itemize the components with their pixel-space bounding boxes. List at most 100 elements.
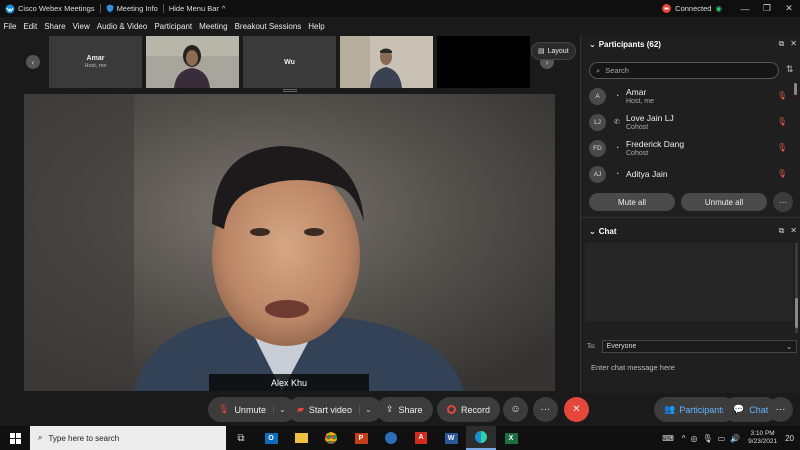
webex-tray-icon[interactable]: ◎ (691, 434, 698, 443)
unmute-all-label: Unmute all (704, 197, 744, 207)
search-placeholder: Search (605, 66, 629, 75)
menu-audio-video[interactable]: Audio & Video (93, 22, 151, 31)
close-icon: ✕ (572, 404, 581, 415)
acrobat-icon[interactable]: A (406, 426, 436, 450)
connection-status[interactable]: Connected ◉ (662, 4, 722, 13)
search-icon: ⌕ (596, 65, 601, 75)
keyboard-icon[interactable]: ⌨ (662, 434, 674, 443)
volume-icon[interactable]: 🔊 (730, 434, 740, 443)
menu-help[interactable]: Help (305, 22, 328, 31)
file-explorer-icon[interactable] (286, 426, 316, 450)
microphone-muted-icon: 🎙 (218, 404, 230, 414)
chevron-down-icon[interactable]: ⌄ (589, 227, 596, 236)
unmute-button[interactable]: 🎙 Unmute ⌄ (208, 397, 296, 422)
panel-divider (581, 217, 800, 218)
chevron-up-icon[interactable]: ^ (682, 434, 686, 443)
microphone-icon[interactable]: 🎙 (702, 434, 712, 443)
popout-icon[interactable]: ⧉ (779, 39, 785, 49)
close-window-button[interactable]: ✕ (778, 3, 800, 14)
system-tray: ⌨ ^ ◎ 🎙 ▭ 🔊 3:10 PM 9/23/2021 20 (662, 426, 800, 450)
network-icon[interactable]: ▭ (718, 434, 726, 443)
notification-count: 20 (785, 433, 794, 443)
popout-icon[interactable]: ⧉ (779, 226, 785, 236)
connection-status-icon (662, 4, 672, 13)
chat-toggle-label: Chat (749, 404, 769, 415)
participant-list-scrollbar[interactable] (793, 83, 798, 188)
resize-handle[interactable] (283, 89, 297, 92)
microphone-muted-icon[interactable]: 🎙 (777, 91, 787, 100)
thumbnail-video[interactable] (340, 36, 433, 88)
webex-taskbar-icon[interactable] (466, 426, 496, 450)
start-button[interactable] (0, 426, 30, 450)
participant-video-image (146, 36, 239, 88)
more-options-button[interactable]: ··· (533, 397, 558, 422)
menu-share[interactable]: Share (41, 22, 69, 31)
participant-row[interactable]: A ◔ Amar Host, me 🎙 (581, 83, 793, 109)
reactions-button[interactable]: ☺ (503, 397, 528, 422)
edge-icon[interactable] (376, 426, 406, 450)
share-button[interactable]: ⇪ Share (376, 397, 433, 422)
taskbar-search-input[interactable]: ⌕ Type here to search (30, 426, 226, 450)
smiley-icon: ☺ (510, 404, 521, 415)
share-label: Share (398, 404, 423, 415)
chevron-down-icon: ⌄ (786, 343, 792, 351)
mute-all-button[interactable]: Mute all (589, 193, 675, 211)
headset-icon: ◔ (614, 92, 620, 100)
thumbnail-participant[interactable]: Wu (243, 36, 336, 88)
recipient-value: Everyone (606, 343, 637, 350)
active-speaker-video: Alex Khu (24, 94, 555, 391)
participant-options-button[interactable]: ··· (773, 192, 793, 212)
word-icon[interactable]: W (436, 426, 466, 450)
thumbnail-video[interactable] (437, 36, 530, 88)
end-meeting-button[interactable]: ✕ (564, 397, 589, 422)
chevron-down-icon[interactable]: ⌄ (358, 405, 372, 414)
menu-file[interactable]: File (0, 22, 20, 31)
excel-icon[interactable]: X (496, 426, 526, 450)
layout-button[interactable]: ▤ Layout (531, 42, 576, 60)
chat-input[interactable]: Enter chat message here (591, 363, 675, 372)
participant-row[interactable]: AJ ◔ Aditya Jain 🎙 (581, 161, 793, 187)
more-icon: ··· (779, 197, 787, 207)
unmute-all-button[interactable]: Unmute all (681, 193, 767, 211)
maximize-button[interactable]: ❐ (756, 3, 778, 14)
wifi-icon: ◉ (715, 4, 722, 13)
chevron-down-icon[interactable]: ⌄ (589, 40, 596, 49)
microphone-muted-icon[interactable]: 🎙 (777, 117, 787, 126)
to-label: To: (587, 343, 596, 350)
chevron-up-icon: ^ (221, 4, 226, 13)
close-icon[interactable]: ✕ (790, 226, 797, 236)
menu-meeting[interactable]: Meeting (196, 22, 231, 31)
record-button[interactable]: Record (437, 397, 501, 422)
meeting-info-button[interactable]: Meeting Info (101, 4, 163, 13)
clock-date: 9/23/2021 (748, 438, 778, 445)
menu-participant[interactable]: Participant (151, 22, 196, 31)
notification-center-icon[interactable]: 20 (785, 434, 794, 443)
participant-search-input[interactable]: ⌕ Search (589, 62, 779, 79)
sort-icon[interactable]: ⇅ (786, 64, 794, 75)
connection-status-label: Connected (675, 4, 712, 13)
microphone-muted-icon[interactable]: 🎙 (777, 169, 787, 178)
task-view-icon[interactable]: ⧉ (226, 426, 256, 450)
participant-row[interactable]: FD ◔ Frederick Dang Cohost 🎙 (581, 135, 793, 161)
powerpoint-icon[interactable]: P (346, 426, 376, 450)
menu-breakout-sessions[interactable]: Breakout Sessions (231, 22, 305, 31)
title-bar: Cisco Webex Meetings Meeting Info Hide M… (0, 0, 800, 17)
panel-more-button[interactable]: ··· (768, 397, 793, 422)
chevron-down-icon[interactable]: ⌄ (272, 405, 286, 414)
chat-recipient-select[interactable]: Everyone ⌄ (601, 340, 797, 353)
hide-menu-bar-button[interactable]: Hide Menu Bar ^ (164, 4, 231, 13)
chrome-icon[interactable] (316, 426, 346, 450)
thumbnail-participant[interactable]: Amar Host, me (49, 36, 142, 88)
chevron-left-icon[interactable]: ‹ (26, 55, 40, 69)
chat-scrollbar[interactable] (793, 243, 800, 333)
thumbnail-video[interactable] (146, 36, 239, 88)
start-video-button[interactable]: ▰ Start video ⌄ (287, 397, 382, 422)
participant-row[interactable]: LJ ✆ Love Jain LJ Cohost 🎙 (581, 109, 793, 135)
microphone-muted-icon[interactable]: 🎙 (777, 143, 787, 152)
close-icon[interactable]: ✕ (790, 39, 797, 49)
menu-view[interactable]: View (69, 22, 93, 31)
menu-edit[interactable]: Edit (20, 22, 41, 31)
outlook-icon[interactable]: O (256, 426, 286, 450)
clock[interactable]: 3:10 PM 9/23/2021 (748, 430, 777, 446)
minimize-button[interactable]: — (734, 4, 756, 14)
